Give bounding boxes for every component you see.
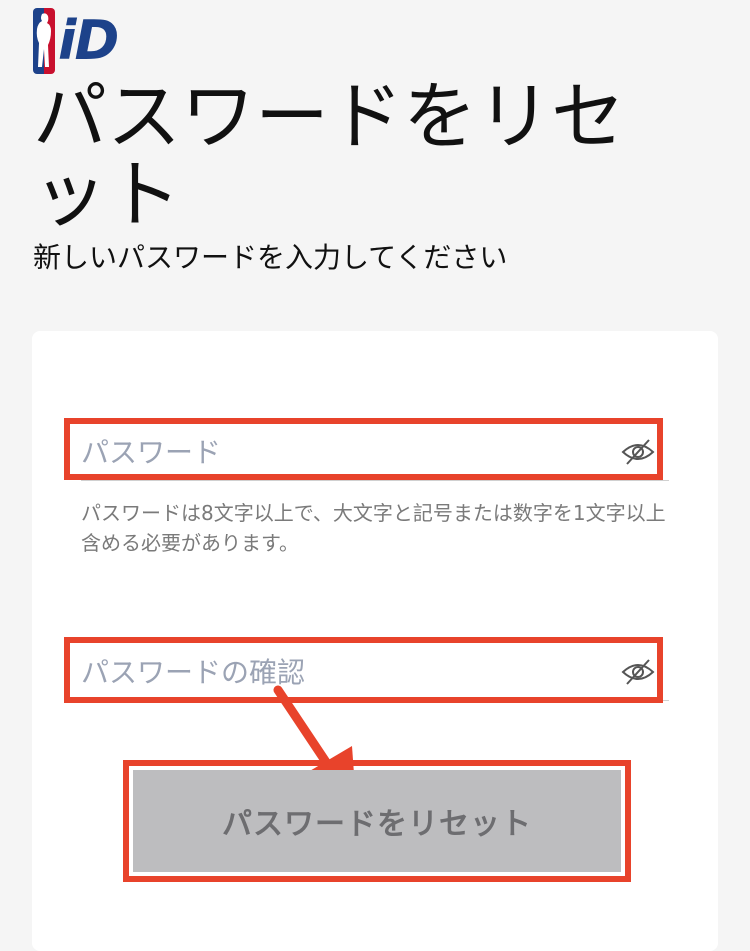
page-subtitle: 新しいパスワードを入力してください [33, 241, 508, 274]
password-field [81, 424, 669, 481]
reset-password-button[interactable]: パスワードをリセット [133, 770, 621, 872]
nba-logo-icon [33, 8, 55, 74]
confirm-password-input[interactable] [81, 644, 601, 700]
page-title: パスワードをリセット [33, 74, 625, 238]
password-input[interactable] [81, 424, 601, 480]
nba-id-logo: iD [33, 8, 119, 74]
password-requirements-hint: パスワードは8文字以上で、大文字と記号または数字を1文字以上含める必要があります… [81, 501, 666, 555]
eye-off-icon[interactable] [621, 437, 655, 467]
logo-text: iD [58, 9, 119, 72]
eye-off-icon[interactable] [621, 657, 655, 687]
confirm-password-field [81, 644, 669, 701]
